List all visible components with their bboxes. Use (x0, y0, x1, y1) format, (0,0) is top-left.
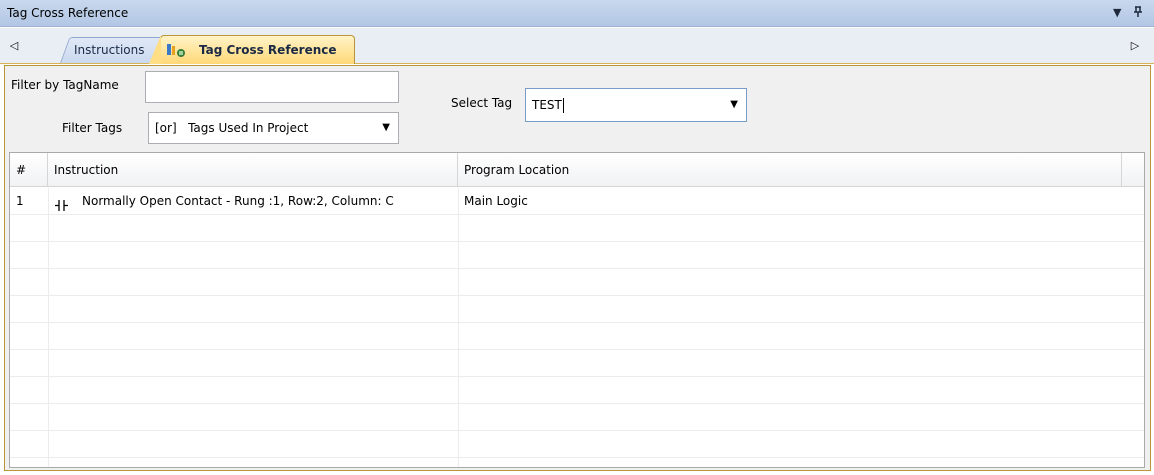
tab-strip: ◁ Instructions Tag Cross Reference ▷ (0, 28, 1154, 64)
pin-icon[interactable] (1133, 6, 1143, 22)
row-instruction-text: Normally Open Contact - Rung :1, Row:2, … (82, 194, 394, 208)
text-cursor (562, 98, 564, 113)
tab-scroll-right-icon[interactable]: ▷ (1127, 36, 1143, 56)
select-tag-value: TEST (532, 98, 562, 112)
panel-dropdown-icon[interactable]: ▼ (1113, 6, 1121, 20)
column-header-number[interactable]: # (10, 153, 48, 187)
table-row[interactable] (10, 269, 1144, 296)
row-instruction: Normally Open Contact - Rung :1, Row:2, … (48, 188, 458, 215)
chevron-down-icon: ▼ (382, 122, 390, 133)
filter-by-tagname-input[interactable] (145, 71, 399, 103)
tab-instructions-label: Instructions (74, 43, 145, 57)
filter-tags-value: [or] Tags Used In Project (155, 121, 309, 135)
panel-title-bar: Tag Cross Reference ▼ (0, 0, 1154, 27)
table-row[interactable] (10, 350, 1144, 377)
select-tag-label: Select Tag (451, 96, 513, 110)
table-row[interactable] (10, 323, 1144, 350)
tag-cross-reference-icon (166, 42, 188, 58)
column-header-instruction[interactable]: Instruction (48, 153, 458, 187)
tab-scroll-left-icon[interactable]: ◁ (6, 36, 22, 56)
table-row[interactable] (10, 377, 1144, 404)
filter-by-tagname-label: Filter by TagName (11, 78, 119, 92)
cross-reference-content: Filter by TagName Filter Tags [or] Tags … (4, 65, 1151, 471)
tab-tag-cross-reference-label: Tag Cross Reference (199, 43, 337, 57)
grid-header: # Instruction Program Location (10, 153, 1144, 187)
filter-tags-combo[interactable]: [or] Tags Used In Project ▼ (148, 112, 399, 144)
row-number: 1 (16, 194, 24, 208)
table-row[interactable] (10, 431, 1144, 458)
table-row[interactable] (10, 215, 1144, 242)
column-header-program-location[interactable]: Program Location (458, 153, 1122, 187)
table-row[interactable]: 1 Normally Open Contact - Rung :1, Row:2… (10, 188, 1144, 215)
table-row[interactable] (10, 296, 1144, 323)
row-program-location: Main Logic (464, 194, 528, 208)
cross-reference-grid: # Instruction Program Location 1 Normall… (9, 152, 1145, 468)
tag-cross-reference-panel: Tag Cross Reference ▼ ◁ Instructions Tag… (0, 0, 1154, 475)
panel-title: Tag Cross Reference (7, 6, 129, 20)
table-row[interactable] (10, 242, 1144, 269)
normally-open-contact-icon (55, 195, 69, 211)
table-row[interactable] (10, 404, 1144, 431)
select-tag-combo[interactable]: TEST ▼ (525, 88, 747, 122)
chevron-down-icon: ▼ (730, 99, 738, 110)
filter-tags-label: Filter Tags (62, 121, 123, 135)
